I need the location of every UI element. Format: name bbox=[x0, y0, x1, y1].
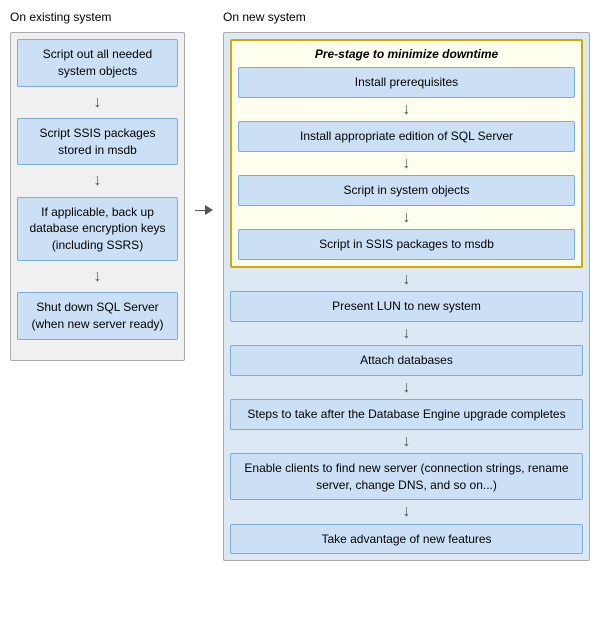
right-arrow-3: ↓ bbox=[230, 378, 583, 397]
left-step-1: Script out all needed system objects bbox=[17, 39, 178, 87]
left-step-3: If applicable, back up database encrypti… bbox=[17, 197, 178, 261]
right-arrow-4: ↓ bbox=[230, 432, 583, 451]
prestage-arrow-2: ↓ bbox=[238, 154, 575, 173]
arrow-2: ↓ bbox=[17, 171, 178, 190]
left-step-2: Script SSIS packages stored in msdb bbox=[17, 118, 178, 166]
right-step-3: Steps to take after the Database Engine … bbox=[230, 399, 583, 430]
prestage-step-1: Install prerequisites bbox=[238, 67, 575, 98]
left-step-4: Shut down SQL Server (when new server re… bbox=[17, 292, 178, 340]
prestage-arrow-3: ↓ bbox=[238, 208, 575, 227]
right-title: On new system bbox=[223, 10, 590, 24]
arrow-3: ↓ bbox=[17, 267, 178, 286]
left-box: Script out all needed system objects ↓ S… bbox=[10, 32, 185, 361]
arrow-1: ↓ bbox=[17, 93, 178, 112]
connector-arrow bbox=[205, 205, 213, 215]
right-arrow-1: ↓ bbox=[230, 270, 583, 289]
diagram: On existing system Script out all needed… bbox=[10, 10, 590, 561]
right-section: On new system Pre-stage to minimize down… bbox=[223, 10, 590, 561]
right-arrow-2: ↓ bbox=[230, 324, 583, 343]
prestage-step-3: Script in system objects bbox=[238, 175, 575, 206]
connector-line bbox=[195, 210, 205, 211]
connector bbox=[195, 205, 213, 215]
prestage-step-2: Install appropriate edition of SQL Serve… bbox=[238, 121, 575, 152]
right-step-5: Take advantage of new features bbox=[230, 524, 583, 555]
right-step-1: Present LUN to new system bbox=[230, 291, 583, 322]
right-step-4: Enable clients to find new server (conne… bbox=[230, 453, 583, 501]
prestage-inner: Install prerequisites ↓ Install appropri… bbox=[238, 67, 575, 260]
left-title: On existing system bbox=[10, 10, 185, 24]
right-steps: ↓ Present LUN to new system ↓ Attach dat… bbox=[230, 268, 583, 555]
right-box: Pre-stage to minimize downtime Install p… bbox=[223, 32, 590, 561]
prestage-step-4: Script in SSIS packages to msdb bbox=[238, 229, 575, 260]
prestage-arrow-1: ↓ bbox=[238, 100, 575, 119]
left-section: On existing system Script out all needed… bbox=[10, 10, 185, 361]
right-arrow-5: ↓ bbox=[230, 502, 583, 521]
prestage-box: Pre-stage to minimize downtime Install p… bbox=[230, 39, 583, 268]
prestage-title: Pre-stage to minimize downtime bbox=[238, 47, 575, 61]
right-step-2: Attach databases bbox=[230, 345, 583, 376]
